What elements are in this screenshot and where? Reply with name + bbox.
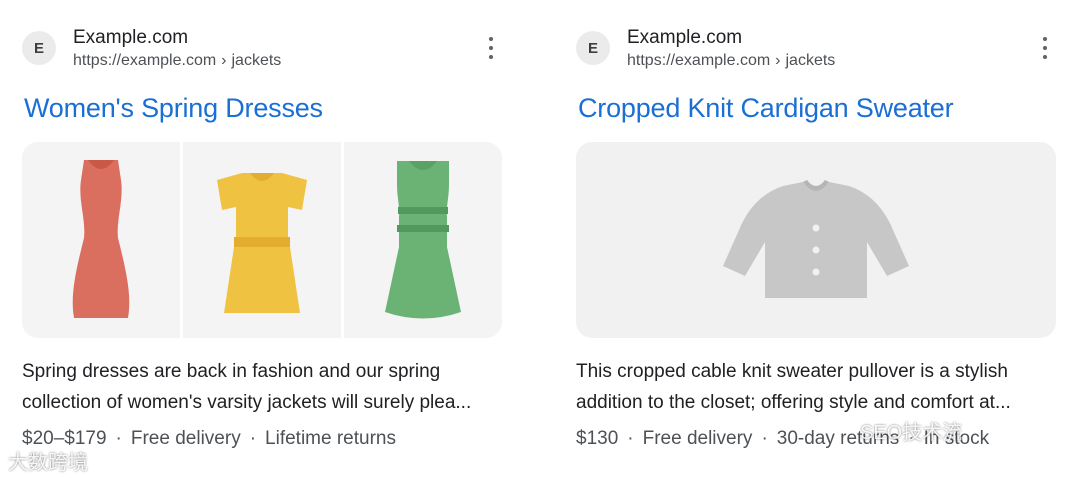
more-options-icon[interactable] <box>482 37 500 59</box>
result-title-link[interactable]: Women's Spring Dresses <box>24 93 323 124</box>
meta-separator: · <box>627 428 634 449</box>
result-card-cardigan: E Example.com https://example.com › jacket… <box>576 0 1056 478</box>
meta-separator: · <box>249 428 257 449</box>
green-dress-icon <box>385 161 461 319</box>
result-snippet: Spring dresses are back in fashion and o… <box>22 356 502 418</box>
site-name[interactable]: Example.com <box>73 27 188 49</box>
snippet-line: Spring dresses are back in fashion and o… <box>22 361 441 382</box>
site-url-breadcrumb[interactable]: https://example.com › jackets <box>627 52 835 70</box>
breadcrumb-segment: jackets <box>231 52 282 69</box>
red-dress-icon <box>72 160 130 318</box>
result-snippet: This cropped cable knit sweater pullover… <box>576 356 1056 418</box>
yellow-dress-icon <box>217 173 307 313</box>
product-thumbnail[interactable] <box>344 142 502 338</box>
product-thumbnail[interactable] <box>22 142 180 338</box>
product-image-strip[interactable] <box>576 142 1056 338</box>
product-thumbnail[interactable] <box>183 142 341 338</box>
result-card-spring-dresses: E Example.com https://example.com › jacket… <box>22 0 502 478</box>
site-favicon[interactable]: E <box>22 31 56 65</box>
cardigan-icon <box>723 180 909 298</box>
meta-separator: · <box>761 428 768 449</box>
returns-info: Lifetime returns <box>265 428 396 449</box>
watermark: SEO技术流 <box>860 422 963 444</box>
breadcrumb-separator: › <box>775 52 781 69</box>
snippet-line: collection of women's varsity jackets wi… <box>22 392 472 413</box>
result-title-link[interactable]: Cropped Knit Cardigan Sweater <box>578 93 954 124</box>
delivery-info: Free delivery <box>130 428 241 449</box>
breadcrumb-separator: › <box>221 52 227 69</box>
product-image-strip[interactable] <box>22 142 502 338</box>
snippet-line: addition to the closet; offering style a… <box>576 392 1011 413</box>
more-options-icon[interactable] <box>1036 37 1054 59</box>
snippet-line: This cropped cable knit sweater pullover… <box>576 361 1008 382</box>
site-url: https://example.com <box>73 52 217 69</box>
meta-separator: · <box>115 428 122 449</box>
site-url-breadcrumb[interactable]: https://example.com › jackets <box>73 52 281 70</box>
price: $130 <box>576 428 619 449</box>
breadcrumb-segment: jackets <box>785 52 836 69</box>
site-name[interactable]: Example.com <box>627 27 742 49</box>
watermark: 大数跨境 <box>8 452 88 474</box>
site-url: https://example.com <box>627 52 771 69</box>
site-favicon[interactable]: E <box>576 31 610 65</box>
delivery-info: Free delivery <box>642 428 753 449</box>
product-thumbnail[interactable] <box>576 142 1056 338</box>
